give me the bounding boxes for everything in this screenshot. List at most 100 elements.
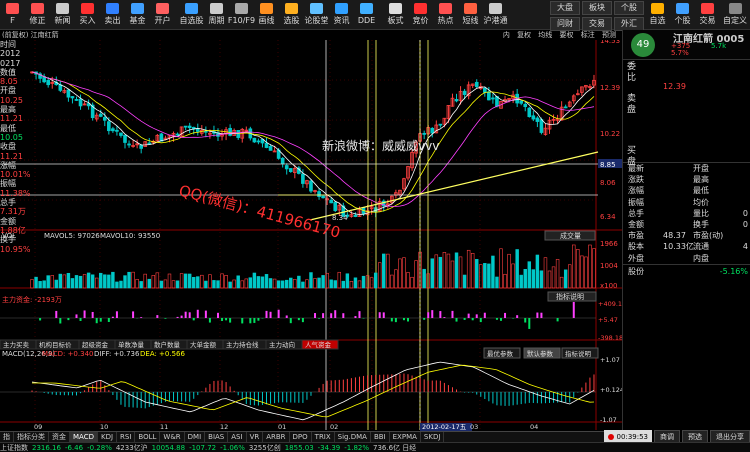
candle-body (102, 117, 107, 121)
toolbar-btn-16[interactable]: 竞价 (408, 0, 433, 30)
volume-bar (224, 275, 228, 289)
toolbar-btn-15[interactable]: 板式 (383, 0, 408, 30)
toolbar-gegu[interactable]: 个股 (670, 0, 695, 30)
opt-yuce[interactable]: 预测 (602, 31, 616, 39)
indicator-tab-17[interactable]: EXPMA (390, 432, 421, 442)
candle-body (264, 142, 269, 148)
score-circle[interactable]: 49 (631, 33, 655, 57)
toolbar-btn-3[interactable]: 买入 (75, 0, 100, 30)
opt-junxian[interactable]: 均线 (538, 31, 552, 39)
volume-bar (414, 260, 418, 289)
price-axis-label: 12.39 (600, 84, 620, 92)
fund-bar (342, 313, 345, 318)
macd-dea: DEA: +0.566 (140, 350, 186, 358)
price-axis-label: 8.85 (600, 161, 616, 169)
nav-wencai[interactable]: 问财 (550, 17, 580, 31)
toolbar-btn-9[interactable]: F10/F9 (228, 0, 255, 30)
orderbook-label-1: 卖 (627, 94, 637, 104)
fund-bar (463, 318, 466, 320)
indicator-tab-6[interactable]: BOLL (135, 432, 161, 442)
fund-bar (208, 318, 211, 323)
nav-waihui[interactable]: 外汇 (614, 17, 644, 31)
kline-chart[interactable]: 14.53 12.39 10.22 8.85 8.06 6.34 8.34 新浪微博：威威威v… (0, 40, 622, 442)
toolbar-btn-13[interactable]: 资讯 (329, 0, 354, 30)
candle-body (483, 87, 487, 93)
toolbar-btn-14[interactable]: DDE (354, 0, 379, 30)
volume-bar (386, 253, 390, 289)
toolbar-jiaoyi[interactable]: 交易 (695, 0, 720, 30)
candle-body (317, 191, 321, 197)
fund-bar (572, 301, 575, 318)
toolbar-btn-10[interactable]: 画线 (254, 0, 279, 30)
toolbar-zixuan[interactable]: 自选 (645, 0, 670, 30)
volume-bar (38, 281, 42, 289)
volume-bar (155, 272, 160, 289)
indicator-tab-15[interactable]: Sig.DMA (335, 432, 371, 442)
fund-bar (55, 310, 58, 318)
nav-bankuai[interactable]: 板块 (582, 1, 612, 15)
indicator-tab-7[interactable]: W&R (160, 432, 185, 442)
opt-fuquan[interactable]: 复权 (517, 31, 531, 39)
volume-bar (248, 277, 253, 289)
toolbar-icon-2 (56, 3, 69, 14)
indicator-tab-0[interactable]: 指 (0, 432, 14, 442)
indicator-tab-18[interactable]: SKDJ (421, 432, 445, 442)
nav-dapan[interactable]: 大盘 (550, 1, 580, 15)
toolbar-custom[interactable]: 自定义 (720, 0, 750, 30)
volume-bar (309, 272, 313, 289)
toolbar-btn-17[interactable]: 热点 (433, 0, 458, 30)
macd-diff: DIFF: +0.736 (94, 350, 140, 358)
fund-bar (257, 318, 260, 321)
candle-body (454, 99, 459, 102)
indicator-tab-10[interactable]: ASI (228, 432, 247, 442)
indicator-tab-3[interactable]: MACD (70, 432, 98, 442)
chart-title-row: (前复权) 江南红箭 内 复权 均线 要权 标注 预测 (0, 30, 622, 40)
indicator-tab-9[interactable]: BIAS (205, 432, 229, 442)
indicator-tab-5[interactable]: RSI (117, 432, 136, 442)
candle-body (438, 123, 443, 126)
indicator-tab-12[interactable]: ARBR (263, 432, 290, 442)
volume-bar (317, 277, 321, 289)
volume-bar (94, 277, 99, 289)
toolbar-btn-7[interactable]: 自选股 (179, 0, 204, 30)
toolbar-btn-4[interactable]: 卖出 (100, 0, 125, 30)
volume-bar (422, 268, 426, 289)
volume-bar (329, 279, 333, 289)
indicator-tab-14[interactable]: TRIX (312, 432, 335, 442)
opt-biaozhu[interactable]: 标注 (581, 31, 595, 39)
nav-jiaoyi[interactable]: 交易 (582, 17, 612, 31)
toolbar-btn-12[interactable]: 论股堂 (304, 0, 329, 30)
status-item-3: -0.28% (87, 444, 112, 452)
volume-bar (232, 279, 236, 289)
indicator-tab-16[interactable]: BBI (371, 432, 390, 442)
fund-bar (95, 318, 98, 324)
status-item-0: 上证指数 (0, 444, 28, 452)
fund-bar (504, 312, 507, 318)
volume-bar (260, 276, 265, 289)
toolbar-btn-6[interactable]: 开户 (150, 0, 175, 30)
toolbar-btn-5[interactable]: 基金 (125, 0, 150, 30)
indicator-tab-1[interactable]: 指标分类 (14, 432, 49, 442)
toolbar-btn-1[interactable]: 修正 (25, 0, 50, 30)
opt-nei[interactable]: 内 (503, 31, 510, 39)
toolbar-btn-2[interactable]: 新闻 (50, 0, 75, 30)
toolbar-btn-19[interactable]: 沪港通 (483, 0, 508, 30)
indicator-tab-2[interactable]: 资金 (49, 432, 70, 442)
opt-yaoquan[interactable]: 要权 (560, 31, 574, 39)
indicator-tab-4[interactable]: KDJ (98, 432, 118, 442)
quote-label-3: 最高 (0, 105, 16, 115)
toolbar-btn-11[interactable]: 选股 (279, 0, 304, 30)
indicator-tab-8[interactable]: DMI (185, 432, 206, 442)
indicator-tab-13[interactable]: DPO (290, 432, 312, 442)
toolbar-btn-8[interactable]: 周期 (204, 0, 229, 30)
volume-bars (30, 244, 596, 289)
status-item-8: 3255亿创 (248, 444, 281, 452)
nav-gegu[interactable]: 个股 (614, 1, 644, 15)
indicator-tab-11[interactable]: VR (247, 432, 264, 442)
volume-bar (475, 259, 479, 289)
toolbar-btn-0[interactable]: Ｆ (0, 0, 25, 30)
toolbar-btn-18[interactable]: 短线 (458, 0, 483, 30)
toolbar-icon-9 (235, 3, 248, 14)
candle-body (175, 133, 180, 136)
volume-bar (151, 275, 156, 289)
